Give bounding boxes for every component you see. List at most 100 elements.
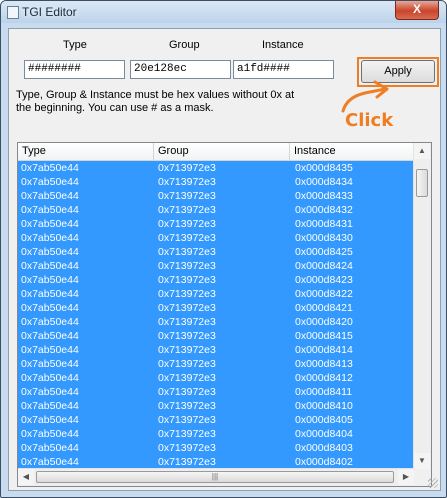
table-row[interactable]: 0x7ab50e44 0x713972e3 0x000d8420 [18,315,414,329]
instance-cell: 0x000d8425 [295,246,353,258]
click-annotation: Click [345,110,394,131]
table-row[interactable]: 0x7ab50e44 0x713972e3 0x000d8414 [18,343,414,357]
vertical-scrollbar[interactable]: ▲ ▼ [413,143,431,469]
type-cell: 0x7ab50e44 [21,162,79,174]
group-cell: 0x713972e3 [158,246,216,258]
type-cell: 0x7ab50e44 [21,246,79,258]
group-cell: 0x713972e3 [158,344,216,356]
group-cell: 0x713972e3 [158,176,216,188]
group-cell: 0x713972e3 [158,442,216,454]
instance-cell: 0x000d8435 [295,162,353,174]
close-button[interactable]: X [395,1,439,20]
type-cell: 0x7ab50e44 [21,218,79,230]
table-row[interactable]: 0x7ab50e44 0x713972e3 0x000d8415 [18,329,414,343]
tgi-editor-window: TGI Editor X Type Group Instance #######… [0,0,447,498]
type-cell: 0x7ab50e44 [21,302,79,314]
results-list[interactable]: Type Group Instance 0x7ab50e44 0x713972e3… [17,142,432,487]
instance-cell: 0x000d8405 [295,414,353,426]
type-cell: 0x7ab50e44 [21,386,79,398]
table-row[interactable]: 0x7ab50e44 0x713972e3 0x000d8435 [18,161,414,175]
instance-cell: 0x000d8430 [295,232,353,244]
horizontal-scrollbar[interactable]: ◀ ||| ▶ [18,468,414,486]
type-cell: 0x7ab50e44 [21,456,79,468]
table-row[interactable]: 0x7ab50e44 0x713972e3 0x000d8430 [18,231,414,245]
scroll-up-arrow-icon[interactable]: ▲ [414,143,430,159]
type-cell: 0x7ab50e44 [21,358,79,370]
type-cell: 0x7ab50e44 [21,176,79,188]
list-rows: 0x7ab50e44 0x713972e3 0x000d8435 0x7ab50e44… [18,161,414,469]
instance-cell: 0x000d8410 [295,400,353,412]
instance-input[interactable]: a1fd#### [233,60,334,79]
instance-cell: 0x000d8422 [295,288,353,300]
group-cell: 0x713972e3 [158,400,216,412]
table-row[interactable]: 0x7ab50e44 0x713972e3 0x000d8403 [18,441,414,455]
instance-cell: 0x000d8415 [295,330,353,342]
table-row[interactable]: 0x7ab50e44 0x713972e3 0x000d8433 [18,189,414,203]
table-row[interactable]: 0x7ab50e44 0x713972e3 0x000d8422 [18,287,414,301]
group-input[interactable]: 20e128ec [130,60,231,79]
scroll-left-arrow-icon[interactable]: ◀ [18,469,34,485]
column-header-group[interactable]: Group [154,143,290,160]
table-row[interactable]: 0x7ab50e44 0x713972e3 0x000d8434 [18,175,414,189]
instance-cell: 0x000d8404 [295,428,353,440]
type-input[interactable]: ######## [24,60,125,79]
group-cell: 0x713972e3 [158,428,216,440]
group-cell: 0x713972e3 [158,330,216,342]
table-row[interactable]: 0x7ab50e44 0x713972e3 0x000d8425 [18,245,414,259]
list-header: Type Group Instance [18,143,414,161]
type-cell: 0x7ab50e44 [21,400,79,412]
group-cell: 0x713972e3 [158,204,216,216]
group-cell: 0x713972e3 [158,302,216,314]
type-cell: 0x7ab50e44 [21,372,79,384]
instance-cell: 0x000d8413 [295,358,353,370]
title-bar[interactable]: TGI Editor X [1,1,446,23]
group-cell: 0x713972e3 [158,218,216,230]
column-header-instance[interactable]: Instance [290,143,414,160]
instance-cell: 0x000d8432 [295,204,353,216]
table-row[interactable]: 0x7ab50e44 0x713972e3 0x000d8424 [18,259,414,273]
type-cell: 0x7ab50e44 [21,260,79,272]
table-row[interactable]: 0x7ab50e44 0x713972e3 0x000d8423 [18,273,414,287]
type-cell: 0x7ab50e44 [21,344,79,356]
table-row[interactable]: 0x7ab50e44 0x713972e3 0x000d8410 [18,399,414,413]
instance-cell: 0x000d8402 [295,456,353,468]
group-cell: 0x713972e3 [158,414,216,426]
table-row[interactable]: 0x7ab50e44 0x713972e3 0x000d8411 [18,385,414,399]
table-row[interactable]: 0x7ab50e44 0x713972e3 0x000d8431 [18,217,414,231]
horizontal-scroll-thumb[interactable]: ||| [36,471,394,483]
table-row[interactable]: 0x7ab50e44 0x713972e3 0x000d8404 [18,427,414,441]
window-title: TGI Editor [22,5,77,19]
instance-cell: 0x000d8403 [295,442,353,454]
vertical-scroll-thumb[interactable] [416,169,428,197]
scroll-down-arrow-icon[interactable]: ▼ [414,453,430,469]
instance-cell: 0x000d8433 [295,190,353,202]
instance-cell: 0x000d8411 [295,386,353,398]
table-row[interactable]: 0x7ab50e44 0x713972e3 0x000d8432 [18,203,414,217]
type-label: Type [63,39,87,51]
group-cell: 0x713972e3 [158,260,216,272]
type-cell: 0x7ab50e44 [21,316,79,328]
group-cell: 0x713972e3 [158,372,216,384]
instance-cell: 0x000d8423 [295,274,353,286]
resize-grip-icon[interactable] [428,478,438,488]
instance-cell: 0x000d8431 [295,218,353,230]
type-cell: 0x7ab50e44 [21,190,79,202]
table-row[interactable]: 0x7ab50e44 0x713972e3 0x000d8405 [18,413,414,427]
group-cell: 0x713972e3 [158,232,216,244]
group-cell: 0x713972e3 [158,162,216,174]
app-icon [7,6,19,19]
group-cell: 0x713972e3 [158,456,216,468]
type-cell: 0x7ab50e44 [21,428,79,440]
table-row[interactable]: 0x7ab50e44 0x713972e3 0x000d8421 [18,301,414,315]
column-header-type[interactable]: Type [18,143,154,160]
type-cell: 0x7ab50e44 [21,232,79,244]
instance-label: Instance [262,39,304,51]
table-row[interactable]: 0x7ab50e44 0x713972e3 0x000d8413 [18,357,414,371]
group-cell: 0x713972e3 [158,274,216,286]
table-row[interactable]: 0x7ab50e44 0x713972e3 0x000d8402 [18,455,414,469]
hint-line-1: Type, Group & Instance must be hex value… [16,89,295,101]
scroll-right-arrow-icon[interactable]: ▶ [398,469,414,485]
instance-cell: 0x000d8420 [295,316,353,328]
table-row[interactable]: 0x7ab50e44 0x713972e3 0x000d8412 [18,371,414,385]
group-label: Group [169,39,200,51]
